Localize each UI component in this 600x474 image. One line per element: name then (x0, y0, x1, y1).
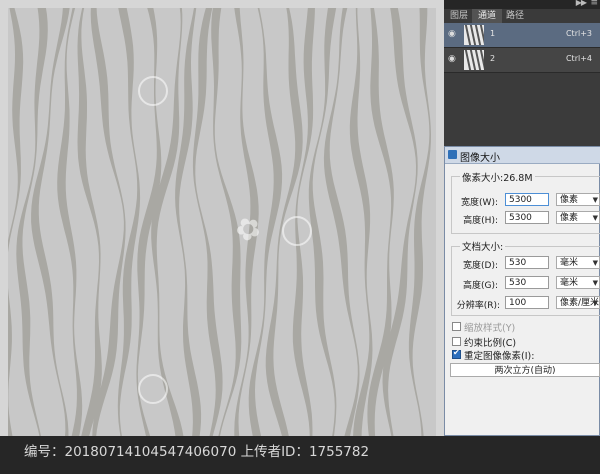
constrain-proportions-label: 约束比例(C) (464, 338, 517, 349)
doc-width-input[interactable]: 530 (505, 256, 549, 269)
zebra-wave-pattern (8, 8, 436, 436)
pixel-dimensions-label: 像素大小:26.8M (460, 170, 535, 184)
tab-channels[interactable]: 通道 (472, 9, 503, 23)
dialog-titlebar[interactable]: 图像大小 (445, 147, 600, 164)
resample-image-checkbox[interactable]: ✔ (452, 348, 461, 359)
watermark-icon (282, 216, 312, 246)
dialog-title: 图像大小 (460, 153, 500, 164)
doc-width-unit-select[interactable]: 毫米 ▼ (556, 256, 600, 269)
pixel-width-label: 宽度(W): (461, 198, 498, 208)
channel-name: 2 (490, 54, 496, 63)
image-info-footer: 编号：20180714104547406070 上传者ID：1755782 (0, 436, 600, 474)
chevron-down-icon: ▼ (592, 259, 598, 267)
constrain-proportions-checkbox[interactable] (452, 337, 461, 346)
chevron-down-icon: ▼ (592, 196, 598, 204)
chevron-down-icon: ▼ (592, 279, 598, 287)
visibility-eye-icon[interactable]: ◉ (448, 54, 458, 64)
visibility-eye-icon[interactable]: ◉ (448, 29, 458, 39)
doc-height-input[interactable]: 530 (505, 276, 549, 289)
tab-paths[interactable]: 路径 (500, 9, 530, 23)
doc-height-unit-select[interactable]: 毫米 ▼ (556, 276, 600, 289)
double-chevron-right-icon[interactable]: ▶▶ (576, 0, 587, 7)
image-id-uploader-text: 编号：20180714104547406070 上传者ID：1755782 (24, 444, 370, 460)
scale-styles-label: 缩放样式(Y) (464, 323, 516, 334)
chevron-down-icon: ▼ (592, 299, 598, 307)
doc-width-label: 宽度(D): (463, 261, 498, 271)
panel-tabs: 图层 通道 路径 (444, 9, 600, 24)
panel-collapse-bar: ▶▶ ≡ (444, 0, 600, 9)
pixel-width-unit-select[interactable]: 像素 ▼ (556, 193, 600, 206)
photoshop-app-icon (448, 150, 457, 159)
channel-row-2[interactable]: ◉ 2 Ctrl+4 (444, 48, 600, 73)
channel-name: 1 (490, 29, 496, 38)
pattern-image (8, 8, 436, 436)
check-icon: ✔ (453, 348, 460, 357)
resample-method-select[interactable]: 两次立方(自动) (450, 363, 600, 377)
watermark-icon (138, 76, 168, 106)
pixel-width-input[interactable]: 5300 (505, 193, 549, 206)
chevron-down-icon: ▼ (592, 214, 598, 222)
document-size-label: 文档大小: (460, 239, 506, 253)
resolution-unit-select[interactable]: 像素/厘米 ▼ (556, 296, 600, 309)
resolution-label: 分辨率(R): (456, 301, 500, 311)
channel-thumbnail (464, 50, 484, 70)
resolution-input[interactable]: 100 (505, 296, 549, 309)
channel-shortcut: Ctrl+3 (565, 29, 592, 38)
panel-menu-icon[interactable]: ≡ (590, 0, 598, 8)
channel-shortcut: Ctrl+4 (565, 54, 592, 63)
document-canvas[interactable]: ✿ (0, 0, 444, 444)
watermark-icon (138, 374, 168, 404)
pixel-height-unit-select[interactable]: 像素 ▼ (556, 211, 600, 224)
pixel-height-label: 高度(H): (463, 216, 498, 226)
resample-image-label: 重定图像像素(I): (464, 351, 535, 362)
tab-layers[interactable]: 图层 (444, 9, 474, 23)
channel-row-1[interactable]: ◉ 1 Ctrl+3 (444, 23, 600, 48)
pixel-height-input[interactable]: 5300 (505, 211, 549, 224)
scale-styles-checkbox[interactable] (452, 322, 461, 331)
channel-thumbnail (464, 25, 484, 45)
doc-height-label: 高度(G): (462, 281, 498, 291)
